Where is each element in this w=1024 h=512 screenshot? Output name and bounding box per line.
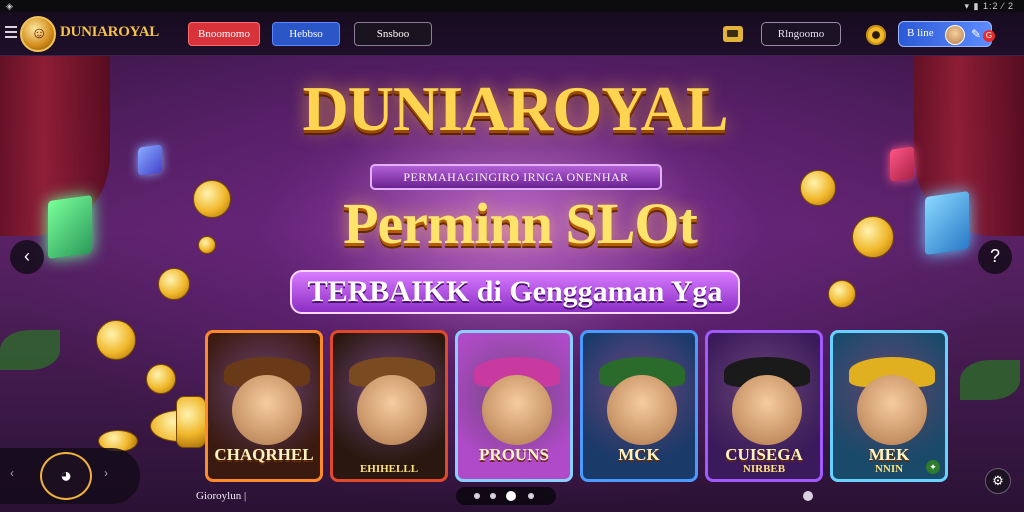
coin xyxy=(828,280,856,308)
pagination-dot[interactable] xyxy=(803,491,813,501)
bottom-label: Gioroylun | xyxy=(196,490,247,502)
dock-prev-icon[interactable]: ‹ xyxy=(10,466,14,480)
hero-tagline: TERBAIKK di Genggaman Yga xyxy=(290,270,740,314)
notification-badge[interactable]: G xyxy=(983,30,995,42)
edit-icon[interactable]: ✎ xyxy=(971,27,981,41)
coin xyxy=(193,180,231,218)
pagination-dot[interactable] xyxy=(490,493,496,499)
game-title: CHAQRHEL xyxy=(214,445,314,464)
hero-headline: Perminn SLOt xyxy=(343,191,698,256)
nav-option-button[interactable]: Snsboo xyxy=(354,22,432,46)
green-gem xyxy=(48,194,92,260)
game-subtitle: EHIHELLL xyxy=(359,463,419,475)
dock-next-icon[interactable]: › xyxy=(104,466,108,480)
pagination-dot[interactable] xyxy=(528,493,534,499)
game-subtitle: NIRBEB xyxy=(742,463,786,475)
support-button[interactable]: ⚙ xyxy=(985,468,1011,494)
home-button[interactable]: ◕ xyxy=(40,452,92,500)
gear-icon[interactable] xyxy=(866,25,886,45)
blue-gem xyxy=(925,190,969,256)
logo-text[interactable]: DUNIAROYAL xyxy=(60,24,159,41)
character-portrait xyxy=(732,375,802,445)
login-button[interactable]: Hebbso xyxy=(272,22,340,46)
favorite-icon[interactable]: ✦ xyxy=(926,460,940,474)
character-portrait xyxy=(357,375,427,445)
plant-decoration xyxy=(0,330,60,370)
character-portrait xyxy=(607,375,677,445)
carousel-next-button[interactable]: ? xyxy=(978,240,1012,274)
game-title: PROUNS xyxy=(479,445,549,464)
app-screen: ◈ ▾ ▮ 1:2 ⁄ 2 ☺ DUNIAROYAL Bnoomomo Hebb… xyxy=(0,0,1024,512)
game-card[interactable]: PROUNS xyxy=(455,330,573,482)
character-portrait xyxy=(232,375,302,445)
lantern-blue xyxy=(138,144,162,176)
profile-label: B line xyxy=(907,27,934,39)
hero-title: DUNIAROYAL xyxy=(302,73,728,144)
game-card[interactable]: MEK NNIN ✦ xyxy=(830,330,948,482)
coin xyxy=(96,320,136,360)
game-card[interactable]: CHAQRHEL xyxy=(205,330,323,482)
coin-stack xyxy=(176,396,206,448)
game-card[interactable]: CUISEGA NIRBEB xyxy=(705,330,823,482)
pagination-dot[interactable] xyxy=(474,493,480,499)
game-title: MCK xyxy=(618,445,660,464)
plant-decoration xyxy=(960,360,1020,400)
game-card-row: CHAQRHEL EHIHELLL PROUNS MCK CUISEGA NIR… xyxy=(205,330,950,482)
top-navbar: ☺ DUNIAROYAL Bnoomomo Hebbso Snsboo Rlng… xyxy=(0,12,1024,56)
lantern-red xyxy=(890,146,914,182)
game-card[interactable]: EHIHELLL xyxy=(330,330,448,482)
coin xyxy=(158,268,190,300)
logo-icon[interactable]: ☺ xyxy=(20,16,56,52)
pagination-dot-active[interactable] xyxy=(506,491,516,501)
coin xyxy=(198,236,216,254)
register-button[interactable]: Bnoomomo xyxy=(188,22,260,46)
character-portrait xyxy=(857,375,927,445)
status-indicators: ▾ ▮ 1:2 ⁄ 2 xyxy=(964,1,1014,11)
profile-button[interactable]: B line ✎ xyxy=(898,21,992,47)
carousel-pagination xyxy=(456,487,556,505)
search-button[interactable]: Rlngoomo xyxy=(761,22,841,46)
character-portrait xyxy=(482,375,552,445)
coin xyxy=(852,216,894,258)
game-title: CUISEGA xyxy=(725,445,803,464)
status-bar: ◈ ▾ ▮ 1:2 ⁄ 2 xyxy=(0,0,1024,12)
avatar xyxy=(945,25,965,45)
shield-icon: ◈ xyxy=(6,1,13,11)
coin xyxy=(146,364,176,394)
carousel-prev-button[interactable]: ‹ xyxy=(10,240,44,274)
game-card[interactable]: MCK xyxy=(580,330,698,482)
hero-ribbon: PERMAHAGINGIRO IRNGA ONENHAR xyxy=(370,164,662,190)
wallet-icon[interactable] xyxy=(723,26,743,42)
menu-icon[interactable] xyxy=(5,26,17,40)
